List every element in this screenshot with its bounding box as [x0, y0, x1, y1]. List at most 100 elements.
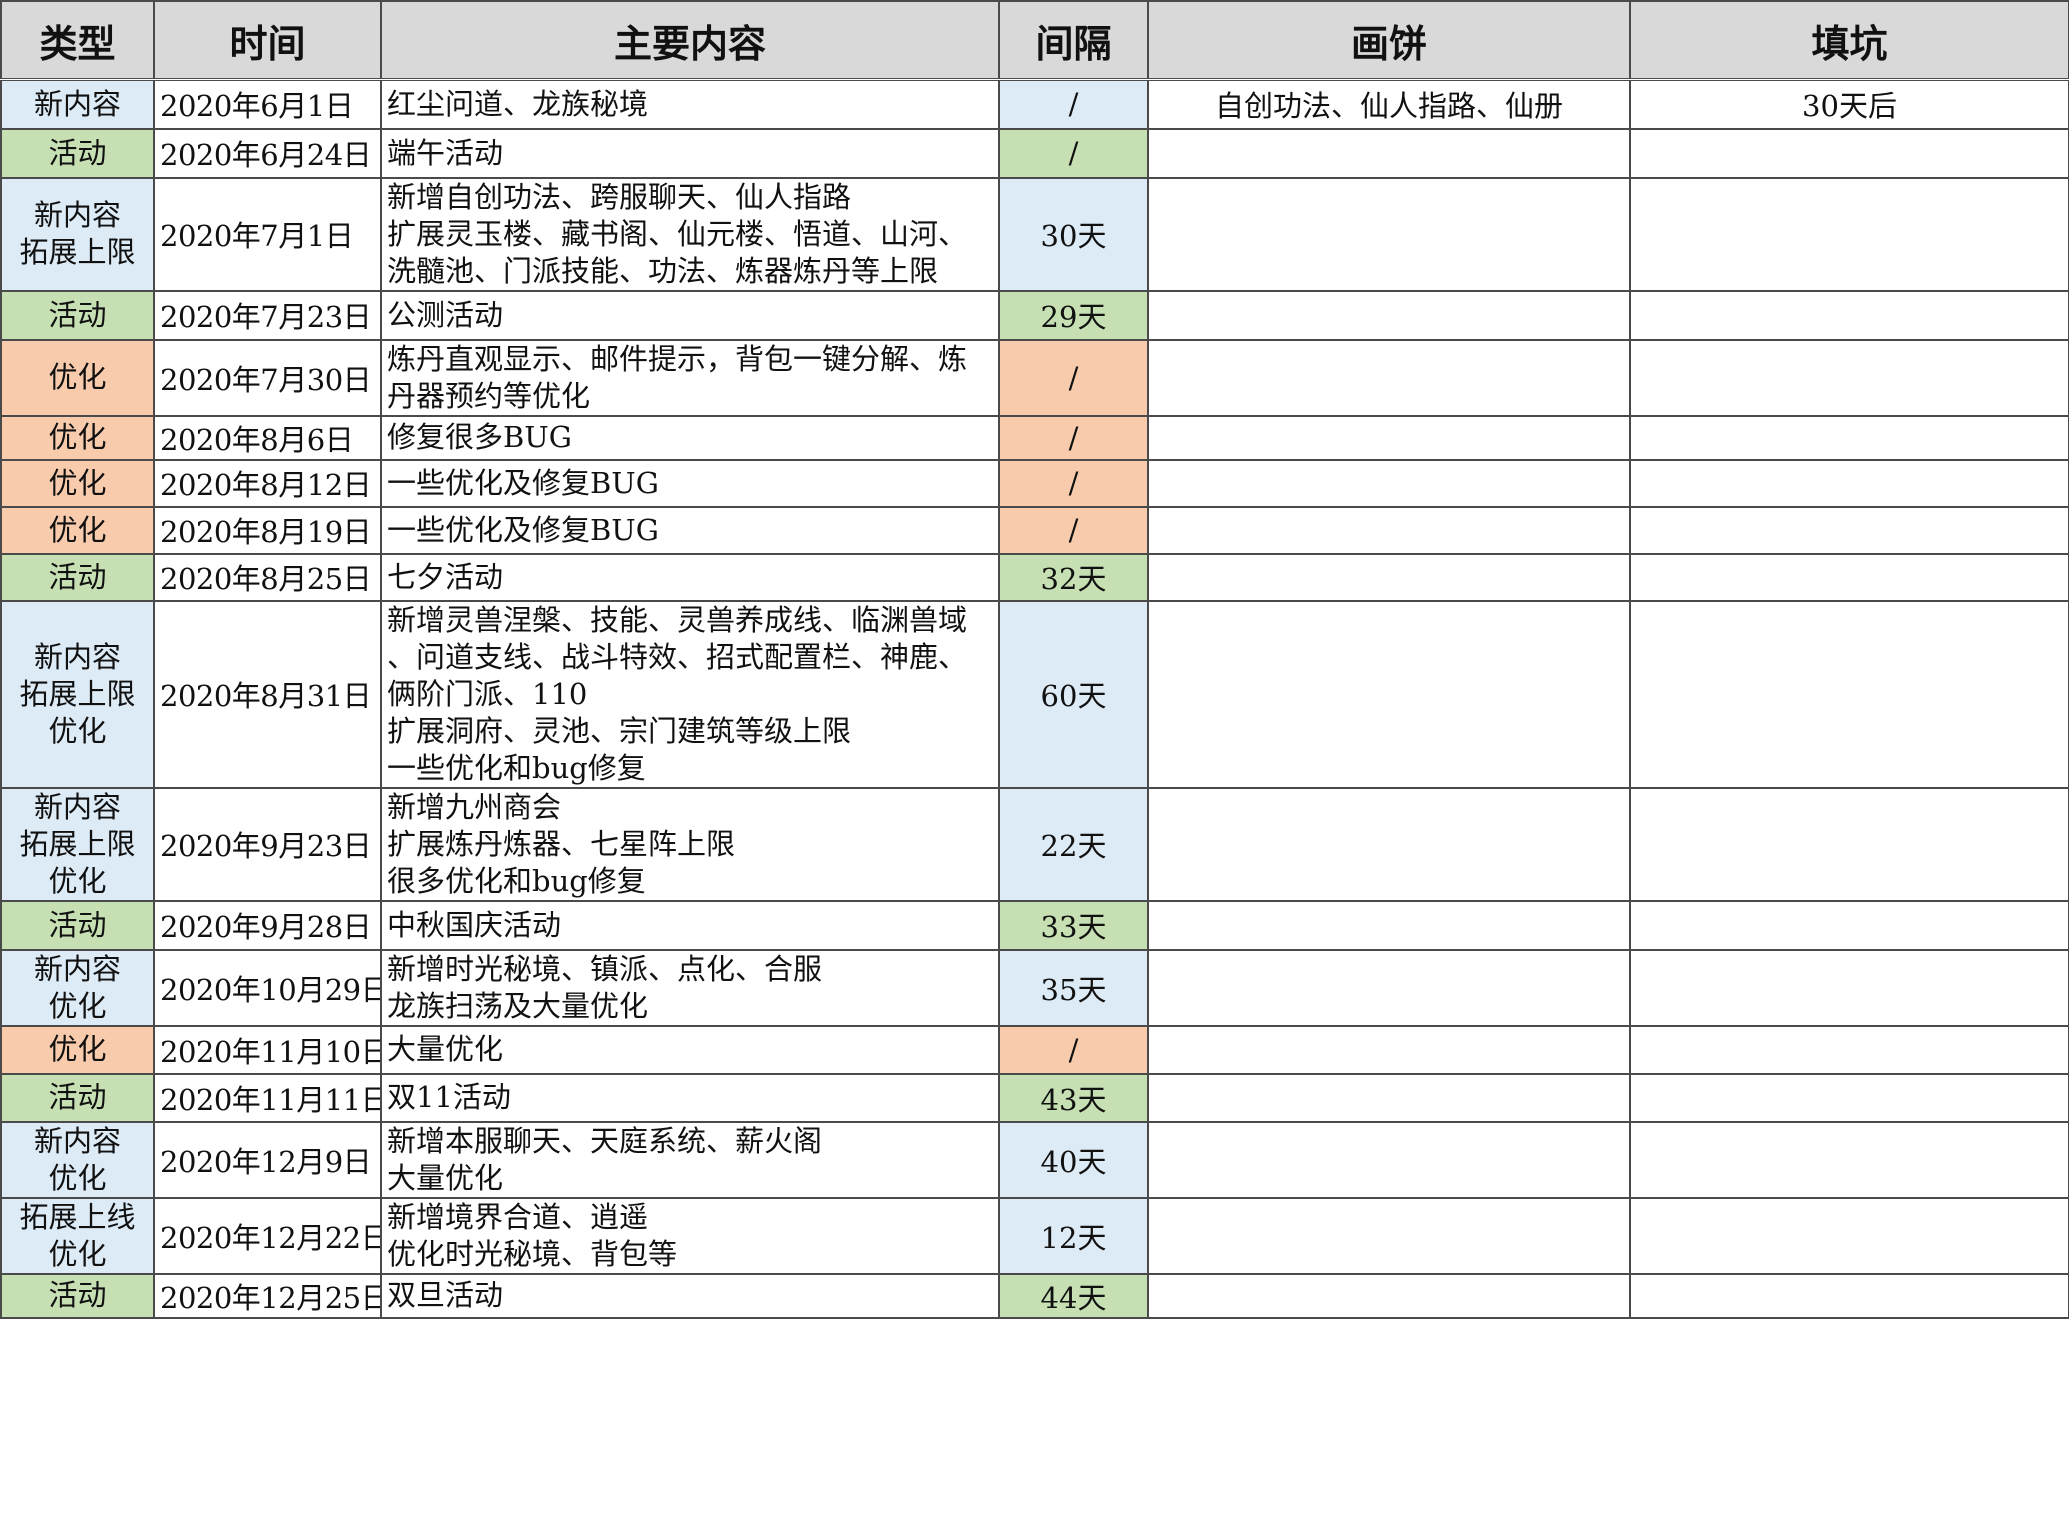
pie-cell[interactable] — [1147, 458, 1631, 508]
fill-cell[interactable] — [1629, 458, 2069, 508]
type-cell[interactable]: 优化 — [0, 1024, 155, 1075]
fill-cell[interactable]: 30天后 — [1629, 78, 2069, 130]
content-cell[interactable]: 双旦活动 — [380, 1272, 1000, 1319]
fill-cell[interactable] — [1629, 599, 2069, 789]
content-cell[interactable]: 新增灵兽涅槃、技能、灵兽养成线、临渊兽域 、问道支线、战斗特效、招式配置栏、神鹿… — [380, 599, 1000, 789]
type-cell[interactable]: 优化 — [0, 458, 155, 508]
type-cell[interactable]: 优化 — [0, 505, 155, 555]
type-cell[interactable]: 优化 — [0, 414, 155, 461]
content-cell[interactable]: 端午活动 — [380, 127, 1000, 179]
gap-cell[interactable]: 32天 — [998, 552, 1149, 602]
pie-cell[interactable] — [1147, 414, 1631, 461]
content-cell[interactable]: 大量优化 — [380, 1024, 1000, 1075]
column-header-gap[interactable]: 间隔 — [998, 0, 1149, 81]
time-cell[interactable]: 2020年9月28日 — [153, 899, 382, 951]
time-cell[interactable]: 2020年7月23日 — [153, 289, 382, 341]
time-cell[interactable]: 2020年7月30日 — [153, 338, 382, 417]
time-cell[interactable]: 2020年12月22日 — [153, 1196, 382, 1275]
type-cell[interactable]: 新内容 优化 — [0, 1120, 155, 1199]
pie-cell[interactable] — [1147, 948, 1631, 1027]
fill-cell[interactable] — [1629, 414, 2069, 461]
gap-cell[interactable]: 43天 — [998, 1072, 1149, 1123]
pie-cell[interactable] — [1147, 127, 1631, 179]
content-cell[interactable]: 一些优化及修复BUG — [380, 458, 1000, 508]
type-cell[interactable]: 拓展上线 优化 — [0, 1196, 155, 1275]
column-header-time[interactable]: 时间 — [153, 0, 382, 81]
pie-cell[interactable] — [1147, 599, 1631, 789]
pie-cell[interactable] — [1147, 1024, 1631, 1075]
pie-cell[interactable] — [1147, 1120, 1631, 1199]
pie-cell[interactable] — [1147, 176, 1631, 292]
gap-cell[interactable]: 35天 — [998, 948, 1149, 1027]
pie-cell[interactable] — [1147, 289, 1631, 341]
fill-cell[interactable] — [1629, 1024, 2069, 1075]
type-cell[interactable]: 活动 — [0, 552, 155, 602]
time-cell[interactable]: 2020年8月19日 — [153, 505, 382, 555]
time-cell[interactable]: 2020年12月9日 — [153, 1120, 382, 1199]
gap-cell[interactable]: / — [998, 414, 1149, 461]
pie-cell[interactable] — [1147, 1072, 1631, 1123]
time-cell[interactable]: 2020年7月1日 — [153, 176, 382, 292]
content-cell[interactable]: 红尘问道、龙族秘境 — [380, 78, 1000, 130]
gap-cell[interactable]: / — [998, 1024, 1149, 1075]
content-cell[interactable]: 中秋国庆活动 — [380, 899, 1000, 951]
content-cell[interactable]: 七夕活动 — [380, 552, 1000, 602]
gap-cell[interactable]: 29天 — [998, 289, 1149, 341]
gap-cell[interactable]: 40天 — [998, 1120, 1149, 1199]
content-cell[interactable]: 炼丹直观显示、邮件提示，背包一键分解、炼 丹器预约等优化 — [380, 338, 1000, 417]
content-cell[interactable]: 新增本服聊天、天庭系统、薪火阁 大量优化 — [380, 1120, 1000, 1199]
content-cell[interactable]: 一些优化及修复BUG — [380, 505, 1000, 555]
fill-cell[interactable] — [1629, 338, 2069, 417]
gap-cell[interactable]: / — [998, 505, 1149, 555]
column-header-content[interactable]: 主要内容 — [380, 0, 1000, 81]
fill-cell[interactable] — [1629, 176, 2069, 292]
time-cell[interactable]: 2020年6月24日 — [153, 127, 382, 179]
pie-cell[interactable] — [1147, 899, 1631, 951]
gap-cell[interactable]: 44天 — [998, 1272, 1149, 1319]
type-cell[interactable]: 新内容 — [0, 78, 155, 130]
column-header-type[interactable]: 类型 — [0, 0, 155, 81]
fill-cell[interactable] — [1629, 552, 2069, 602]
fill-cell[interactable] — [1629, 948, 2069, 1027]
time-cell[interactable]: 2020年11月11日 — [153, 1072, 382, 1123]
fill-cell[interactable] — [1629, 899, 2069, 951]
type-cell[interactable]: 活动 — [0, 1072, 155, 1123]
fill-cell[interactable] — [1629, 1072, 2069, 1123]
time-cell[interactable]: 2020年6月1日 — [153, 78, 382, 130]
time-cell[interactable]: 2020年10月29日 — [153, 948, 382, 1027]
type-cell[interactable]: 新内容 优化 — [0, 948, 155, 1027]
gap-cell[interactable]: / — [998, 78, 1149, 130]
fill-cell[interactable] — [1629, 505, 2069, 555]
type-cell[interactable]: 活动 — [0, 127, 155, 179]
time-cell[interactable]: 2020年11月10日 — [153, 1024, 382, 1075]
time-cell[interactable]: 2020年9月23日 — [153, 786, 382, 902]
type-cell[interactable]: 活动 — [0, 1272, 155, 1319]
content-cell[interactable]: 新增自创功法、跨服聊天、仙人指路 扩展灵玉楼、藏书阁、仙元楼、悟道、山河、 洗髓… — [380, 176, 1000, 292]
time-cell[interactable]: 2020年8月25日 — [153, 552, 382, 602]
gap-cell[interactable]: 30天 — [998, 176, 1149, 292]
gap-cell[interactable]: 33天 — [998, 899, 1149, 951]
pie-cell[interactable] — [1147, 338, 1631, 417]
pie-cell[interactable] — [1147, 552, 1631, 602]
content-cell[interactable]: 新增境界合道、逍遥 优化时光秘境、背包等 — [380, 1196, 1000, 1275]
time-cell[interactable]: 2020年12月25日 — [153, 1272, 382, 1319]
content-cell[interactable]: 修复很多BUG — [380, 414, 1000, 461]
type-cell[interactable]: 优化 — [0, 338, 155, 417]
fill-cell[interactable] — [1629, 127, 2069, 179]
type-cell[interactable]: 新内容 拓展上限 优化 — [0, 599, 155, 789]
time-cell[interactable]: 2020年8月31日 — [153, 599, 382, 789]
column-header-pie[interactable]: 画饼 — [1147, 0, 1631, 81]
gap-cell[interactable]: 22天 — [998, 786, 1149, 902]
type-cell[interactable]: 新内容 拓展上限 — [0, 176, 155, 292]
pie-cell[interactable] — [1147, 786, 1631, 902]
fill-cell[interactable] — [1629, 289, 2069, 341]
pie-cell[interactable] — [1147, 1272, 1631, 1319]
fill-cell[interactable] — [1629, 1196, 2069, 1275]
gap-cell[interactable]: / — [998, 338, 1149, 417]
gap-cell[interactable]: 60天 — [998, 599, 1149, 789]
fill-cell[interactable] — [1629, 1272, 2069, 1319]
gap-cell[interactable]: / — [998, 458, 1149, 508]
time-cell[interactable]: 2020年8月12日 — [153, 458, 382, 508]
gap-cell[interactable]: / — [998, 127, 1149, 179]
pie-cell[interactable]: 自创功法、仙人指路、仙册 — [1147, 78, 1631, 130]
